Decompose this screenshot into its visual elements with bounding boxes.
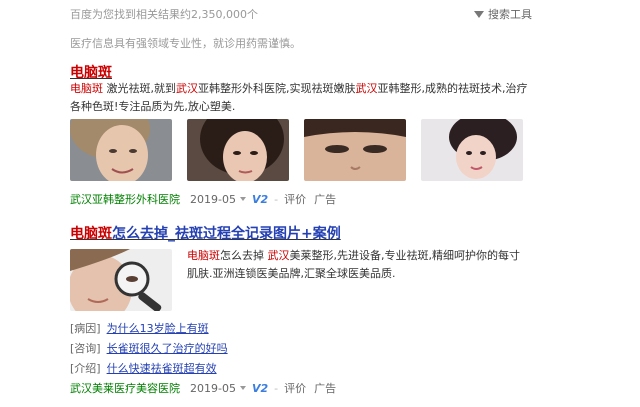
dropdown-arrow-icon[interactable]	[239, 197, 246, 201]
result1-site[interactable]: 武汉亚韩整形外科医院	[70, 191, 180, 207]
sublink-tag: [介绍]	[70, 362, 101, 375]
result-count: 百度为您找到相关结果约2,350,000个	[70, 8, 258, 21]
result1-image-1[interactable]	[70, 119, 172, 181]
result2-meta: 武汉美莱医疗美容医院 2019-05 V2 - 评价 广告	[70, 380, 337, 396]
keyword-highlight: 武汉	[176, 82, 198, 95]
keyword-highlight: 电脑斑	[70, 82, 103, 95]
sublink-tag: [病因]	[70, 322, 101, 335]
desc-text: 亚韩整形外科医院,实现祛斑嫩肤	[198, 82, 356, 95]
dropdown-arrow-icon[interactable]	[239, 386, 246, 390]
result1-meta: 武汉亚韩整形外科医院 2019-05 V2 - 评价 广告	[70, 191, 337, 207]
keyword-highlight: 电脑斑	[187, 249, 220, 262]
result2-review-link[interactable]: 评价	[284, 380, 306, 396]
result1-review-link[interactable]: 评价	[284, 191, 306, 207]
sublink-link[interactable]: 什么快速祛雀斑超有效	[107, 362, 217, 375]
result1-image-2[interactable]	[187, 119, 289, 181]
sublink-tag: [咨询]	[70, 342, 101, 355]
result1-title-highlight: 电脑斑	[70, 65, 112, 81]
v-badge-icon[interactable]: V2	[252, 193, 268, 206]
desc-text: 美莱整形,先进设备,专业祛斑,精细呵护你的每寸	[289, 249, 521, 262]
result1-image-3[interactable]	[304, 119, 406, 181]
result1-ad-label: 广告	[314, 193, 337, 206]
result2-date: 2019-05	[190, 381, 236, 395]
keyword-highlight: 武汉	[267, 249, 290, 262]
result2-desc-line1: 电脑斑怎么去掉 武汉美莱整形,先进设备,专业祛斑,精细呵护你的每寸	[187, 247, 547, 265]
result2-sublink-row: [病因] 为什么13岁脸上有斑	[70, 320, 209, 336]
filter-icon	[474, 10, 484, 18]
result1-title-link[interactable]: 电脑斑	[70, 62, 112, 82]
search-tools-label: 搜索工具	[488, 8, 532, 21]
result1-date: 2019-05	[190, 192, 236, 206]
result2-ad-label: 广告	[314, 382, 337, 395]
desc-text: 激光祛斑,就到	[103, 82, 176, 95]
result1-description: 电脑斑 激光祛斑,就到武汉亚韩整形外科医院,实现祛斑嫩肤武汉亚韩整形,成熟的祛斑…	[70, 80, 540, 116]
result1-desc-line1: 电脑斑 激光祛斑,就到武汉亚韩整形外科医院,实现祛斑嫩肤武汉亚韩整形,成熟的祛斑…	[70, 80, 540, 98]
result2-desc-line2: 肌肤.亚洲连锁医美品牌,汇聚全球医美品质.	[187, 267, 396, 280]
sublink-link[interactable]: 为什么13岁脸上有斑	[107, 322, 209, 335]
result2-sublink-row: [咨询] 长雀斑很久了治疗的好吗	[70, 340, 228, 356]
desc-text: 亚韩整形,成熟的祛斑技术,治疗	[377, 82, 528, 95]
result2-title-rest: 怎么去掉_祛斑过程全记录图片+案例	[112, 226, 341, 242]
v-badge-icon[interactable]: V2	[252, 382, 268, 395]
result2-title-link[interactable]: 电脑斑怎么去掉_祛斑过程全记录图片+案例	[70, 223, 341, 243]
result1-image-4[interactable]	[421, 119, 523, 181]
result2-site[interactable]: 武汉美莱医疗美容医院	[70, 380, 180, 396]
medical-notice: 医疗信息具有强领域专业性，就诊用药需谨慎。	[70, 37, 301, 50]
desc-text: 怎么去掉	[220, 249, 268, 262]
search-tools-button[interactable]: 搜索工具	[474, 6, 532, 22]
result1-desc-line2: 各种色斑!专注品质为先,放心塑美.	[70, 100, 236, 113]
sublink-link[interactable]: 长雀斑很久了治疗的好吗	[107, 342, 228, 355]
result2-title-highlight: 电脑斑	[70, 226, 112, 242]
result2-sublink-row: [介绍] 什么快速祛雀斑超有效	[70, 360, 217, 376]
result2-image[interactable]	[70, 249, 172, 311]
result2-description: 电脑斑怎么去掉 武汉美莱整形,先进设备,专业祛斑,精细呵护你的每寸 肌肤.亚洲连…	[187, 247, 547, 283]
keyword-highlight: 武汉	[355, 82, 378, 95]
